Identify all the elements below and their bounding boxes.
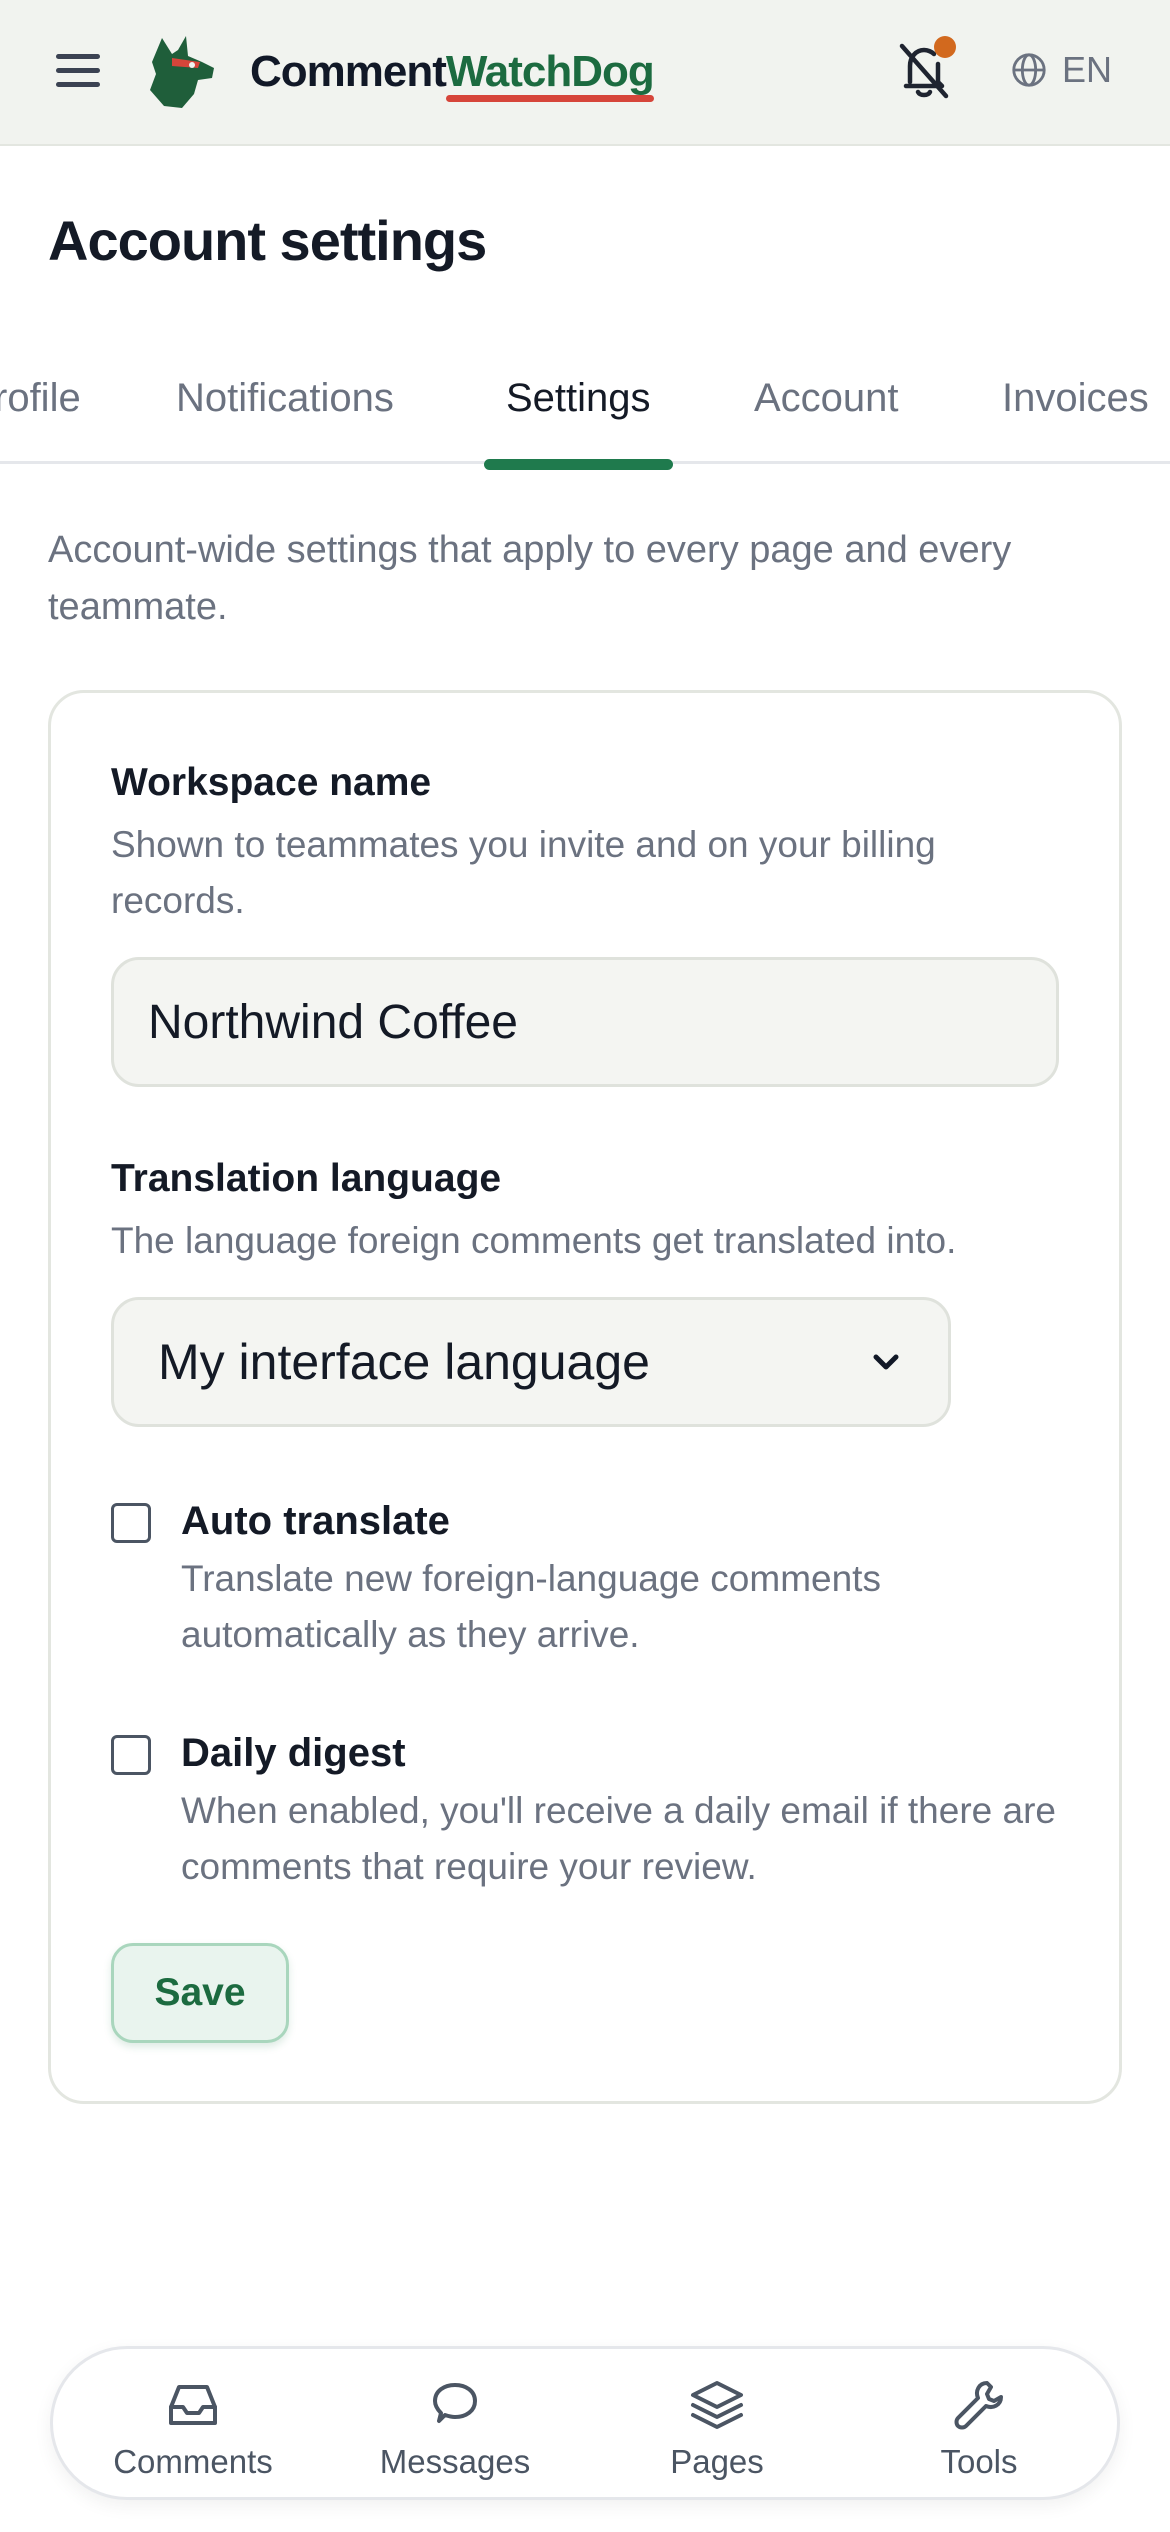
tab-account[interactable]: Account xyxy=(754,376,899,464)
layers-icon xyxy=(691,2381,743,2429)
notification-badge xyxy=(934,36,956,58)
nav-pages[interactable]: Pages xyxy=(607,2375,827,2485)
nav-tools[interactable]: Tools xyxy=(869,2375,1089,2485)
language-selector[interactable]: EN xyxy=(1010,48,1112,92)
nav-comments-label: Comments xyxy=(113,2443,273,2480)
notifications-button[interactable] xyxy=(896,36,956,102)
globe-icon xyxy=(1012,53,1046,87)
daily-digest-checkbox[interactable] xyxy=(111,1735,151,1775)
settings-tabs: rofile Notifications Settings Account In… xyxy=(0,368,1170,470)
brand-logo[interactable]: CommentWatchDog xyxy=(250,44,655,100)
page-title: Account settings xyxy=(48,209,487,272)
daily-digest-label[interactable]: Daily digest xyxy=(181,1731,406,1776)
bottom-navigation: Comments Messages Pages Tools xyxy=(50,2346,1120,2500)
nav-tools-label: Tools xyxy=(940,2443,1018,2480)
brand-name-part1: Comment xyxy=(250,47,447,96)
brand-name-part2: WatchDog xyxy=(445,47,655,96)
settings-card: Workspace name Shown to teammates you in… xyxy=(48,690,1122,2104)
workspace-name-help: Shown to teammates you invite and on you… xyxy=(111,824,936,921)
app-header: CommentWatchDog EN xyxy=(0,0,1170,146)
nav-messages-label: Messages xyxy=(379,2443,531,2480)
chevron-down-icon xyxy=(873,1354,899,1370)
save-button[interactable]: Save xyxy=(111,1943,289,2043)
settings-description: Account-wide settings that apply to ever… xyxy=(48,529,1012,628)
workspace-name-input[interactable] xyxy=(111,957,1059,1087)
nav-messages[interactable]: Messages xyxy=(345,2375,565,2485)
dog-logo-icon xyxy=(150,36,214,108)
nav-pages-label: Pages xyxy=(670,2443,764,2480)
translation-language-help: The language foreign comments get transl… xyxy=(111,1220,957,1261)
workspace-name-label: Workspace name xyxy=(111,761,432,804)
nav-comments[interactable]: Comments xyxy=(83,2375,303,2485)
auto-translate-checkbox[interactable] xyxy=(111,1503,151,1543)
translation-language-select[interactable]: My interface language xyxy=(111,1297,951,1427)
auto-translate-description: Translate new foreign-language comments … xyxy=(181,1558,881,1655)
translation-language-label: Translation language xyxy=(111,1157,502,1200)
translation-language-value: My interface language xyxy=(158,1334,650,1390)
tab-settings[interactable]: Settings xyxy=(484,376,672,470)
inbox-icon xyxy=(169,2385,217,2425)
tab-notifications[interactable]: Notifications xyxy=(176,376,394,464)
wrench-icon xyxy=(954,2381,1003,2430)
auto-translate-label[interactable]: Auto translate xyxy=(181,1499,450,1544)
language-code: EN xyxy=(1062,49,1113,90)
tab-profile[interactable]: rofile xyxy=(0,376,81,464)
tab-invoices[interactable]: Invoices xyxy=(1002,376,1149,464)
chat-bubble-icon xyxy=(433,2383,477,2423)
daily-digest-description: When enabled, you'll receive a daily ema… xyxy=(181,1790,1056,1887)
menu-icon[interactable] xyxy=(56,54,102,92)
